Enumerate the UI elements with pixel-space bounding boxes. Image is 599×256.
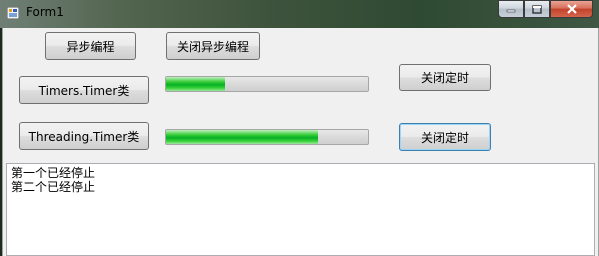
close-timer-button-2[interactable]: 关闭定时	[399, 123, 491, 151]
maximize-button[interactable]	[524, 0, 550, 18]
app-window: Form1 异步编程 关闭异步编程 Timers.Timer类 关闭定时 Thr…	[0, 0, 599, 256]
minimize-icon	[506, 9, 516, 13]
minimize-button[interactable]	[498, 0, 524, 18]
output-line: 第一个已经停止	[11, 166, 96, 180]
output-line: 第二个已经停止	[11, 180, 96, 194]
timers-progress-bar	[165, 76, 369, 92]
threading-progress-bar	[165, 129, 369, 145]
window-title: Form1	[26, 5, 64, 19]
caption-buttons	[498, 0, 593, 18]
close-button[interactable]	[550, 0, 593, 18]
close-timer-button-1[interactable]: 关闭定时	[399, 64, 491, 91]
maximize-icon	[532, 4, 542, 14]
client-area: 异步编程 关闭异步编程 Timers.Timer类 关闭定时 Threading…	[2, 28, 599, 256]
threading-timer-button[interactable]: Threading.Timer类	[19, 122, 149, 150]
output-textbox[interactable]: 第一个已经停止 第二个已经停止	[6, 163, 595, 256]
title-bar[interactable]: Form1	[0, 0, 599, 28]
close-async-button[interactable]: 关闭异步编程	[166, 32, 260, 60]
timers-progress-fill	[166, 77, 225, 91]
timers-timer-button[interactable]: Timers.Timer类	[19, 76, 149, 104]
async-button[interactable]: 异步编程	[45, 32, 136, 60]
app-icon	[7, 7, 19, 19]
threading-progress-fill	[166, 130, 318, 144]
close-icon	[566, 4, 577, 14]
